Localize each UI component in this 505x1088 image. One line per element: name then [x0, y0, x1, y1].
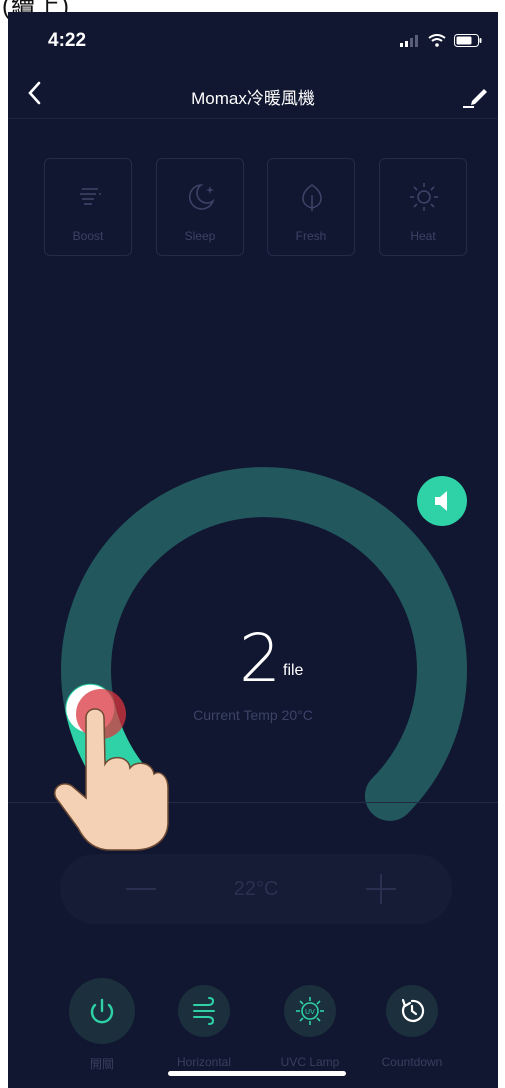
speaker-icon: [435, 491, 447, 511]
current-temp-text: Current Temp 20°C: [193, 707, 313, 723]
bottom-controls: 開關 Horizontal UV UVC Lamp Countdown: [8, 978, 498, 1071]
temperature-control: 22°C: [60, 854, 452, 924]
nav-bar: Momax冷暖風機: [8, 72, 498, 119]
voice-button[interactable]: [417, 476, 467, 526]
fan-level-value: 2: [239, 620, 281, 697]
phone-screen: 4:22 Momax冷暖風機 Boost Sleep Fresh Heat 2 …: [8, 12, 498, 1088]
horizontal-button[interactable]: [178, 985, 230, 1037]
status-bar: 4:22: [8, 12, 498, 62]
horizontal-control[interactable]: Horizontal: [154, 978, 254, 1069]
countdown-button[interactable]: [386, 985, 438, 1037]
signal-icon: [400, 34, 418, 47]
sun-icon: [410, 183, 438, 211]
control-label: 開關: [89, 1057, 114, 1071]
uvc-lamp-button[interactable]: UV: [284, 985, 336, 1037]
plus-button[interactable]: [366, 874, 396, 904]
edit-icon[interactable]: [460, 80, 490, 110]
divider: [8, 802, 498, 803]
countdown-control[interactable]: Countdown: [362, 978, 462, 1069]
mode-label: Sleep: [184, 229, 216, 243]
mode-label: Fresh: [295, 229, 327, 243]
uvc-lamp-control[interactable]: UV UVC Lamp: [260, 978, 360, 1069]
mode-label: Boost: [72, 229, 104, 243]
leaf-icon: [302, 184, 322, 211]
control-label: Countdown: [381, 1055, 443, 1069]
home-indicator: [168, 1071, 346, 1076]
mode-heat-button[interactable]: Heat: [379, 158, 467, 256]
moon-icon: [188, 184, 215, 210]
status-time: 4:22: [48, 30, 87, 51]
mode-fresh-button[interactable]: Fresh: [267, 158, 355, 256]
mode-buttons: Boost Sleep Fresh Heat: [44, 158, 469, 258]
timer-icon: [401, 998, 425, 1022]
uv-lamp-icon: UV: [296, 997, 324, 1025]
svg-text:UV: UV: [305, 1008, 315, 1016]
wind-icon: [193, 997, 215, 1025]
mode-sleep-button[interactable]: Sleep: [156, 158, 244, 256]
boost-icon: [80, 188, 101, 205]
power-button[interactable]: [69, 978, 135, 1044]
status-icons: [400, 34, 482, 47]
wifi-icon: [428, 34, 446, 47]
mode-boost-button[interactable]: Boost: [44, 158, 132, 256]
page-title: Momax冷暖風機: [191, 89, 315, 108]
mode-label: Heat: [410, 229, 436, 243]
power-control[interactable]: 開關: [52, 978, 152, 1072]
power-icon: [90, 998, 114, 1024]
control-label: UVC Lamp: [280, 1055, 340, 1069]
control-label: Horizontal: [176, 1055, 232, 1069]
fan-level-unit: file: [283, 662, 304, 679]
battery-icon: [454, 34, 482, 47]
